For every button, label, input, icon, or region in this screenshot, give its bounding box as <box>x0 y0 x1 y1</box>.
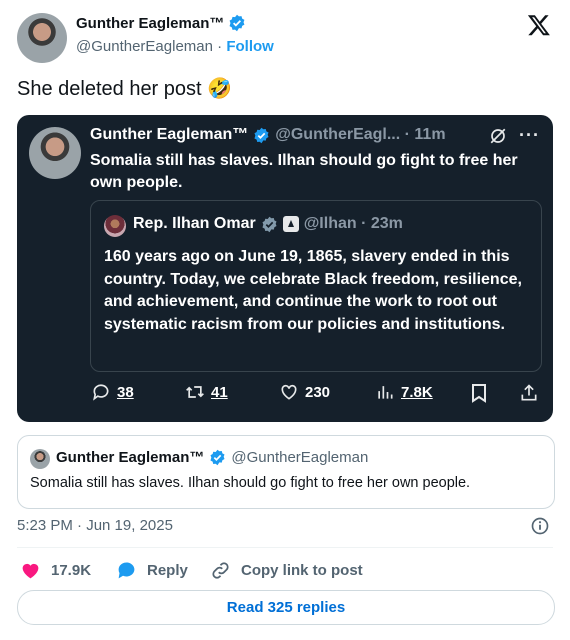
views-icon <box>378 386 393 399</box>
repost-icon <box>186 386 204 398</box>
like-action[interactable]: 17.9K <box>20 560 91 581</box>
quoted-post-card[interactable]: Gunther Eagleman™ @GuntherEagleman Somal… <box>17 435 555 509</box>
divider <box>17 547 553 548</box>
quote-avatar <box>104 215 126 237</box>
verified-badge-icon <box>210 449 225 466</box>
post-timestamp[interactable]: 5:23 PM · Jun 19, 2025 <box>17 517 173 534</box>
quoted-post-header: Gunther Eagleman™ @GuntherEagleman <box>56 449 368 466</box>
stat-views: 7.8K <box>375 382 433 402</box>
embedded-header: Gunther Eagleman™ @GuntherEagl... · 11m <box>90 126 446 144</box>
info-icon[interactable] <box>530 516 550 541</box>
quote-text: 160 years ago on June 19, 1865, slavery … <box>104 248 522 333</box>
like-count: 17.9K <box>51 562 92 579</box>
quoted-post-text: Somalia still has slaves. Ilhan should g… <box>30 475 471 491</box>
reply-action[interactable]: Reply <box>116 560 188 581</box>
embedded-author-avatar <box>29 127 81 179</box>
author-handle-row: @GuntherEagleman · Follow <box>76 38 274 55</box>
verified-badge-icon <box>254 127 269 143</box>
embedded-author-name: Gunther Eagleman™ <box>90 126 249 143</box>
more-options-icon: ··· <box>519 125 540 145</box>
stat-replies: 38 <box>91 382 134 402</box>
author-avatar[interactable] <box>17 13 67 63</box>
gray-verified-badge-icon <box>262 216 277 232</box>
quoted-post-author-name: Gunther Eagleman™ <box>56 449 205 466</box>
copy-link-label: Copy link to post <box>241 562 363 579</box>
bookmark-icon <box>470 383 488 408</box>
quoted-post-avatar <box>30 449 50 469</box>
reply-bubble-icon <box>118 562 135 579</box>
stat-likes: 230 <box>279 382 330 402</box>
quote-header: Rep. Ilhan Omar @Ilhan · 23m <box>133 215 403 233</box>
follow-button[interactable]: Follow <box>226 38 274 55</box>
post-text: She deleted her post <box>17 78 202 100</box>
capitol-icon <box>282 216 299 232</box>
rofl-emoji: 🤣 <box>207 78 233 100</box>
embedded-quote-card: Rep. Ilhan Omar @Ilhan · 23m 160 years a… <box>90 200 542 372</box>
dot-separator: · <box>212 38 227 55</box>
reply-label: Reply <box>147 562 188 579</box>
author-name-row[interactable]: Gunther Eagleman™ <box>76 14 246 32</box>
reply-icon <box>93 384 109 401</box>
share-icon <box>519 383 539 408</box>
quoted-post-handle: @GuntherEagleman <box>231 449 369 466</box>
quote-author-name: Rep. Ilhan Omar <box>133 215 256 232</box>
quote-handle-time: @Ilhan · 23m <box>303 215 403 232</box>
post-text-row: She deleted her post 🤣 <box>17 76 232 101</box>
heart-filled-icon <box>22 563 39 579</box>
verified-badge-icon <box>229 14 245 32</box>
heart-icon <box>281 384 297 400</box>
embedded-screenshot: Gunther Eagleman™ @GuntherEagl... · 11m … <box>17 115 553 422</box>
grok-icon <box>489 127 507 145</box>
stat-likes-count: 230 <box>305 383 331 401</box>
read-replies-button[interactable]: Read 325 replies <box>17 590 555 625</box>
link-icon <box>212 562 229 579</box>
stat-views-count: 7.8K <box>401 383 433 401</box>
author-name[interactable]: Gunther Eagleman™ <box>76 15 224 32</box>
x-logo-icon[interactable] <box>527 13 551 37</box>
copy-link-action[interactable]: Copy link to post <box>210 560 363 581</box>
stat-replies-count: 38 <box>117 383 134 401</box>
embedded-handle-time: @GuntherEagl... · 11m <box>275 126 446 143</box>
author-handle[interactable]: @GuntherEagleman <box>76 38 213 55</box>
stat-reposts: 41 <box>185 382 228 402</box>
stat-reposts-count: 41 <box>211 383 228 401</box>
embedded-text: Somalia still has slaves. Ilhan should g… <box>90 152 518 191</box>
